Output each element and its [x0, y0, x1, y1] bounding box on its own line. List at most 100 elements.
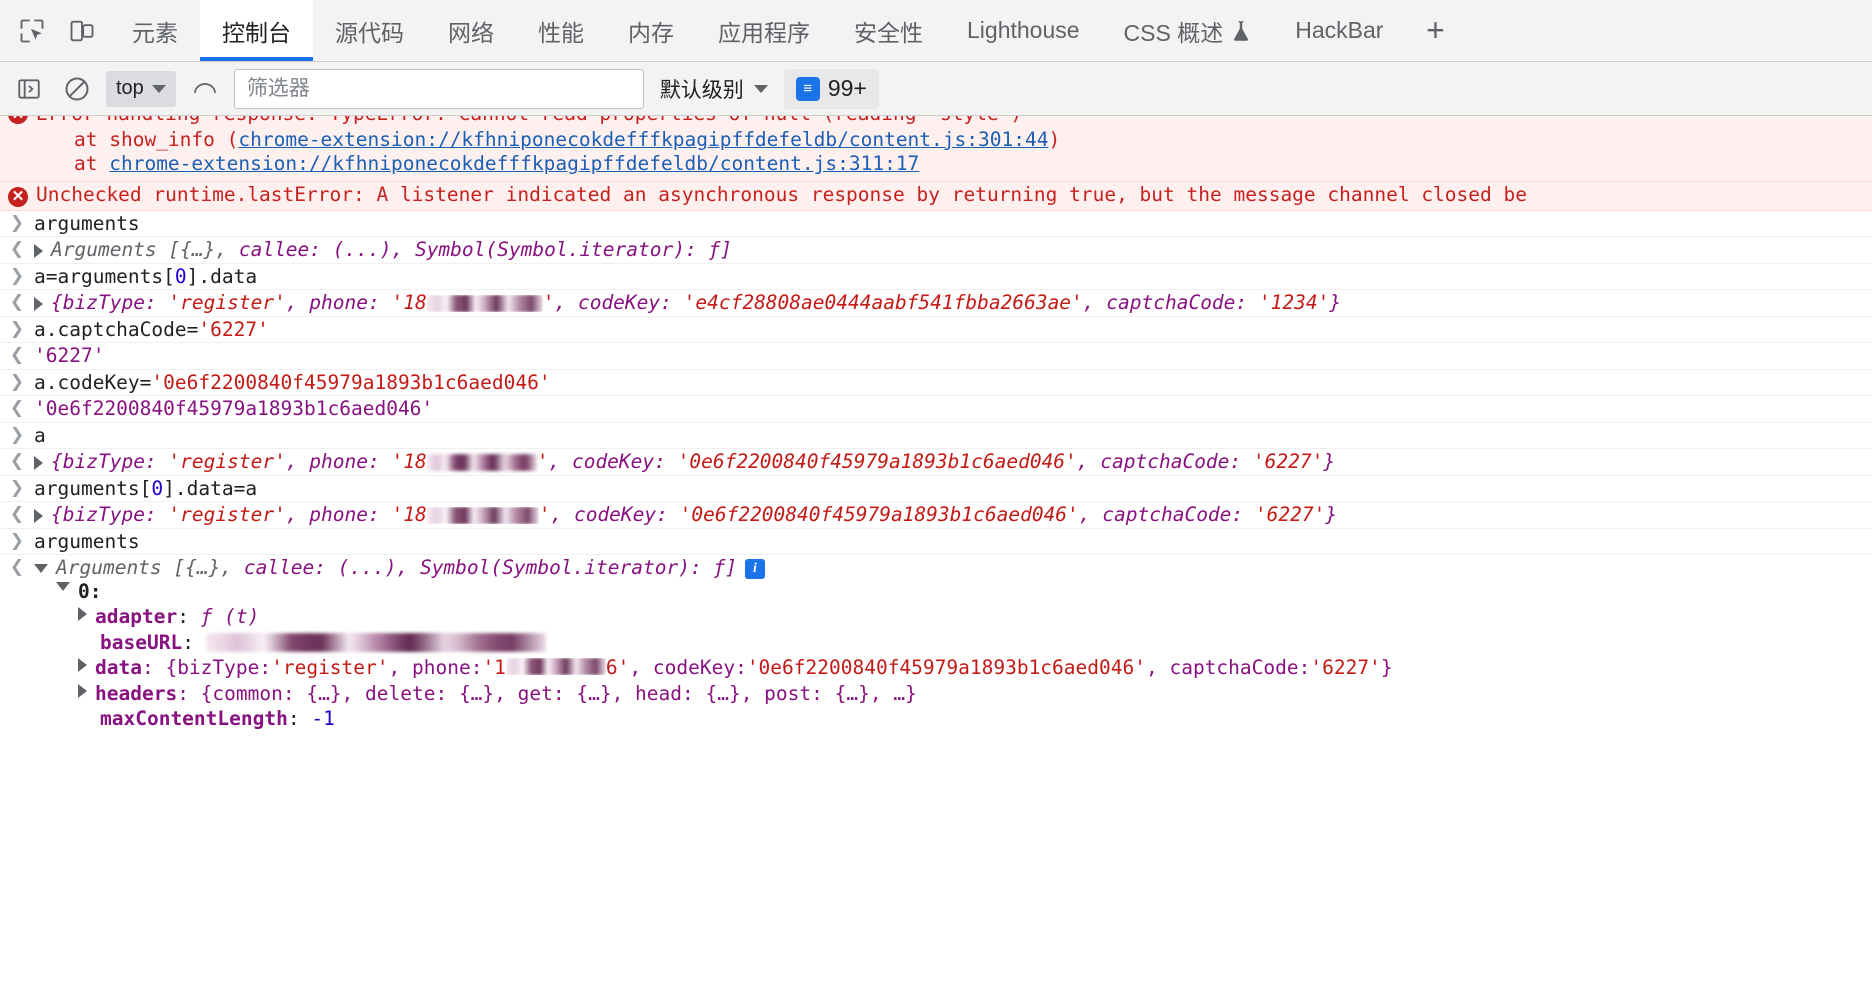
expr-part: a.codeKey= — [34, 370, 152, 394]
console-output-row[interactable]: ❮ {bizType: 'register', phone: '18 ', cod… — [0, 290, 1872, 317]
tab-memory[interactable]: 内存 — [606, 0, 696, 61]
tab-network[interactable]: 网络 — [426, 0, 516, 61]
console-input-expression: a.codeKey='0e6f2200840f45979a1893b1c6aed… — [34, 373, 551, 393]
issues-button[interactable]: ≡ 99+ — [783, 68, 879, 109]
tab-label: Lighthouse — [967, 17, 1080, 43]
tab-label: CSS 概述 — [1123, 19, 1224, 46]
filter-input[interactable] — [233, 68, 644, 109]
execution-context-selector[interactable]: top — [106, 70, 176, 107]
log-level-selector[interactable]: 默认级别 — [654, 74, 774, 104]
error-stack-line: at chrome-extension://kfhniponecokdefffk… — [0, 152, 1872, 180]
input-arrow-icon: ❯ — [9, 530, 25, 551]
console-output-value: {bizType: 'register', phone: '18 ', codeK… — [34, 293, 1341, 313]
tab-css-overview[interactable]: CSS 概述 — [1102, 0, 1274, 61]
expand-triangle-icon[interactable] — [34, 243, 43, 258]
output-arrow-icon: ❮ — [9, 504, 25, 525]
value-captcha: '1234' — [1258, 291, 1330, 315]
output-arrow-icon: ❮ — [9, 345, 25, 366]
error-gutter: ✕ — [0, 185, 36, 207]
value-phone-suffix: ' — [536, 450, 549, 474]
console-output-row[interactable]: ❮ {bizType: 'register', phone: '18 ', cod… — [0, 502, 1872, 529]
tree-node-index[interactable]: 0: — [0, 579, 1872, 605]
value-codekey: '0e6f2200840f45979a1893b1c6aed046' — [679, 503, 1079, 527]
console-output-row[interactable]: ❮ '6227' — [0, 343, 1872, 370]
tab-lighthouse[interactable]: Lighthouse — [945, 0, 1102, 61]
key-phone: , phone: — [285, 450, 392, 474]
expand-triangle-icon[interactable] — [34, 455, 43, 470]
console-input-row[interactable]: ❯ a=arguments[0].data — [0, 264, 1872, 291]
devtools-tabbar: 元素 控制台 源代码 网络 性能 内存 应用程序 安全性 Lighthouse … — [0, 0, 1872, 62]
property-name: adapter — [95, 605, 178, 629]
redacted-baseurl — [205, 632, 546, 652]
console-output-value: {bizType: 'register', phone: '18 ', codeK… — [34, 452, 1335, 472]
value-biztype: 'register' — [168, 291, 286, 315]
expr-index: 0 — [151, 476, 164, 500]
stack-link[interactable]: chrome-extension://kfhniponecokdefffkpag… — [238, 128, 1048, 151]
collapse-triangle-icon[interactable] — [34, 564, 48, 574]
console-message-list[interactable]: ✕ Error handling response: TypeError: Ca… — [0, 116, 1872, 994]
tab-sources[interactable]: 源代码 — [313, 0, 426, 61]
tab-application[interactable]: 应用程序 — [696, 0, 832, 61]
expand-triangle-icon[interactable] — [34, 296, 43, 311]
property-name: data — [95, 656, 142, 680]
expand-triangle-icon[interactable] — [78, 658, 87, 673]
console-output-row-expanded[interactable]: ❮ Arguments [{…}, callee: (...), Symbol(… — [0, 555, 1872, 735]
console-input-row[interactable]: ❯ arguments — [0, 529, 1872, 556]
tab-label: 控制台 — [222, 19, 291, 46]
property-value: ƒ (t) — [200, 605, 260, 629]
console-input-row[interactable]: ❯ a.codeKey='0e6f2200840f45979a1893b1c6a… — [0, 370, 1872, 397]
output-callee: callee: (...), — [238, 238, 415, 262]
tab-performance[interactable]: 性能 — [516, 0, 606, 61]
expand-triangle-icon[interactable] — [78, 683, 87, 698]
console-input-row[interactable]: ❯ arguments — [0, 211, 1872, 238]
key-codekey: , codeKey: — [554, 291, 684, 315]
key-captcha: , captchaCode: — [1082, 291, 1259, 315]
expand-triangle-icon[interactable] — [34, 508, 43, 523]
expr-part: .data — [198, 264, 258, 288]
console-output-value: {bizType: 'register', phone: '18 ', codeK… — [34, 505, 1337, 525]
console-sidebar-icon[interactable] — [10, 70, 48, 108]
info-icon[interactable]: i — [744, 558, 765, 579]
tree-node-headers[interactable]: headers: {common: {…}, delete: {…}, get:… — [0, 681, 1872, 707]
tree-node-baseurl[interactable]: baseURL: — [0, 630, 1872, 656]
execution-context-value: top — [116, 77, 144, 99]
stack-link[interactable]: chrome-extension://kfhniponecokdefffkpag… — [109, 152, 919, 175]
devtools-tab-strip: 元素 控制台 源代码 网络 性能 内存 应用程序 安全性 Lighthouse … — [110, 0, 1872, 61]
data-captcha-value: '6227' — [1310, 656, 1381, 680]
value-biztype: 'register' — [168, 503, 286, 527]
tab-console[interactable]: 控制台 — [200, 0, 313, 61]
clear-console-icon[interactable] — [58, 70, 96, 108]
tab-hackbar[interactable]: HackBar — [1273, 0, 1405, 61]
add-tab-button[interactable]: + — [1405, 0, 1465, 61]
console-input-row[interactable]: ❯ a — [0, 423, 1872, 450]
tab-security[interactable]: 安全性 — [832, 0, 945, 61]
inspect-element-icon[interactable] — [12, 11, 52, 51]
flask-icon — [1231, 20, 1251, 42]
live-expression-icon[interactable] — [186, 70, 224, 108]
console-output-row[interactable]: ❮ {bizType: 'register', phone: '18 ', cod… — [0, 449, 1872, 476]
key-biztype: bizType: — [62, 291, 169, 315]
error-icon: ✕ — [8, 116, 28, 124]
collapse-triangle-icon[interactable] — [56, 581, 70, 591]
key-captcha: , captchaCode: — [1078, 503, 1255, 527]
stack-prefix: at — [74, 152, 110, 176]
output-callee: callee: (...), — [243, 556, 420, 580]
tab-elements[interactable]: 元素 — [110, 0, 200, 61]
console-output-row[interactable]: ❮ '0e6f2200840f45979a1893b1c6aed046' — [0, 396, 1872, 423]
tree-node-maxcontentlength[interactable]: maxContentLength: -1 — [0, 706, 1872, 732]
console-input-row[interactable]: ❯ a.captchaCode='6227' — [0, 317, 1872, 344]
console-output-value: Arguments [{…}, callee: (...), Symbol(Sy… — [34, 240, 732, 260]
expr-part: arguments — [34, 476, 140, 500]
key-phone: , phone: — [285, 503, 392, 527]
console-error-stack: at show_info (chrome-extension://kfhnipo… — [0, 128, 1872, 182]
device-toolbar-icon[interactable] — [62, 11, 102, 51]
tree-node-data[interactable]: data: {bizType: 'register', phone: '1 6',… — [0, 655, 1872, 681]
expand-triangle-icon[interactable] — [78, 607, 87, 622]
console-output-row[interactable]: ❮ Arguments [{…}, callee: (...), Symbol(… — [0, 237, 1872, 264]
console-input-row[interactable]: ❯ arguments[0].data=a — [0, 476, 1872, 503]
expr-index: 0 — [174, 264, 187, 288]
tree-node-adapter[interactable]: adapter: ƒ (t) — [0, 604, 1872, 630]
redacted-phone — [427, 507, 539, 524]
value-codekey: 'e4cf28808ae0444aabf541fbba2663ae' — [683, 291, 1083, 315]
console-error-clipped: ✕ Error handling response: TypeError: Ca… — [0, 116, 1872, 128]
